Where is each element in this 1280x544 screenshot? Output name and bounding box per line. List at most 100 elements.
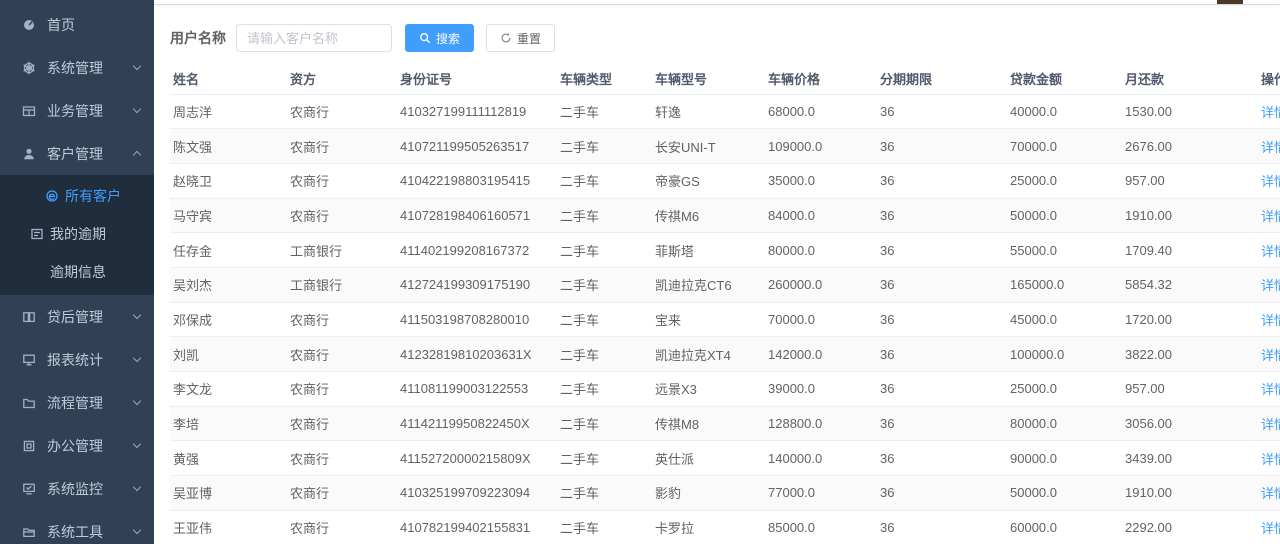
cell-5-3: 二手车 bbox=[557, 267, 652, 302]
chevron-down-icon bbox=[133, 311, 141, 319]
cell-12-7: 60000.0 bbox=[1007, 510, 1122, 544]
chevron-down-icon bbox=[133, 354, 141, 362]
chevron-down-icon bbox=[133, 397, 141, 405]
cell-0-7: 40000.0 bbox=[1007, 94, 1122, 129]
detail-link[interactable]: 详情 bbox=[1261, 174, 1280, 189]
cell-2-5: 35000.0 bbox=[765, 163, 877, 198]
cell-9-2: 41142119950822450X bbox=[397, 406, 557, 441]
detail-link[interactable]: 详情 bbox=[1261, 244, 1280, 259]
cell-op-7: 详情 bbox=[1242, 337, 1280, 372]
sidebar-item-4[interactable]: 贷后管理 bbox=[0, 295, 154, 338]
cell-4-5: 80000.0 bbox=[765, 233, 877, 268]
cell-10-6: 36 bbox=[877, 441, 1007, 476]
sidebar-menu: 首页系统管理业务管理客户管理所有客户我的逾期逾期信息贷后管理报表统计流程管理办公… bbox=[0, 0, 154, 544]
sidebar-item-label: 系统工具 bbox=[47, 522, 134, 542]
sidebar-item-9[interactable]: 系统工具 bbox=[0, 510, 154, 544]
tab-11[interactable]: 我的待办× bbox=[1157, 4, 1234, 5]
sidebar-item-5[interactable]: 报表统计 bbox=[0, 338, 154, 381]
user-icon bbox=[22, 147, 36, 161]
cell-4-7: 55000.0 bbox=[1007, 233, 1122, 268]
cell-2-4: 帝豪GS bbox=[652, 163, 765, 198]
sidebar-subitem-0[interactable]: 所有客户 bbox=[0, 177, 154, 215]
tab-9[interactable]: 紧急联系人× bbox=[955, 4, 1044, 5]
detail-link[interactable]: 详情 bbox=[1261, 452, 1280, 467]
cell-5-7: 165000.0 bbox=[1007, 267, 1122, 302]
tab-8[interactable]: 外访记录× bbox=[872, 4, 949, 5]
cell-9-5: 128800.0 bbox=[765, 406, 877, 441]
cell-0-0: 周志洋 bbox=[170, 94, 287, 129]
cell-0-8: 1530.00 bbox=[1122, 94, 1242, 129]
cell-7-3: 二手车 bbox=[557, 337, 652, 372]
chevron-down-icon bbox=[133, 483, 141, 491]
cell-1-7: 70000.0 bbox=[1007, 129, 1122, 164]
cell-3-5: 84000.0 bbox=[765, 198, 877, 233]
detail-link[interactable]: 详情 bbox=[1261, 278, 1280, 293]
sidebar-item-3[interactable]: 客户管理 bbox=[0, 132, 154, 175]
detail-link[interactable]: 详情 bbox=[1261, 209, 1280, 224]
tab-4[interactable]: 贷后催收记录× bbox=[470, 4, 571, 5]
cell-10-8: 3439.00 bbox=[1122, 441, 1242, 476]
chevron-down-icon bbox=[133, 526, 141, 534]
cell-op-8: 详情 bbox=[1242, 372, 1280, 407]
sidebar-item-6[interactable]: 流程管理 bbox=[0, 381, 154, 424]
column-header-7: 贷款金额 bbox=[1007, 64, 1122, 94]
reset-button[interactable]: 重置 bbox=[486, 24, 555, 52]
tab-10[interactable]: 客户GPS信息× bbox=[1049, 4, 1152, 5]
cell-2-7: 25000.0 bbox=[1007, 163, 1122, 198]
cell-op-9: 详情 bbox=[1242, 406, 1280, 441]
tab-6[interactable]: 公司银行卡× bbox=[683, 4, 772, 5]
tab-0[interactable]: 首页 bbox=[163, 4, 205, 5]
cell-7-6: 36 bbox=[877, 337, 1007, 372]
cell-11-0: 吴亚博 bbox=[170, 476, 287, 511]
dashboard-icon bbox=[22, 18, 36, 32]
sidebar-item-2[interactable]: 业务管理 bbox=[0, 89, 154, 132]
cell-1-4: 长安UNI-T bbox=[652, 129, 765, 164]
cell-3-7: 50000.0 bbox=[1007, 198, 1122, 233]
sidebar-subitem-2[interactable]: 逾期信息 bbox=[0, 253, 154, 291]
table-row-2: 赵晓卫农商行410422198803195415二手车帝豪GS35000.036… bbox=[170, 163, 1280, 198]
cell-op-11: 详情 bbox=[1242, 476, 1280, 511]
cell-5-1: 工商银行 bbox=[287, 267, 397, 302]
detail-link[interactable]: 详情 bbox=[1261, 348, 1280, 363]
main-area: 首页 所有客户× 逾期信息× 订单详情× 贷后催收记录× 催收处理方案× 公司银行卡× 客户银… bbox=[154, 0, 1280, 544]
cell-8-3: 二手车 bbox=[557, 372, 652, 407]
column-header-3: 车辆类型 bbox=[557, 64, 652, 94]
tab-5[interactable]: 催收处理方案× bbox=[577, 4, 678, 5]
sidebar-item-8[interactable]: 系统监控 bbox=[0, 467, 154, 510]
sidebar-item-1[interactable]: 系统管理 bbox=[0, 46, 154, 89]
sidebar-item-label: 系统监控 bbox=[47, 479, 134, 499]
tab-7[interactable]: 客户银行卡× bbox=[778, 4, 867, 5]
sidebar-item-0[interactable]: 首页 bbox=[0, 3, 154, 46]
detail-link[interactable]: 详情 bbox=[1261, 417, 1280, 432]
search-button[interactable]: 搜索 bbox=[405, 24, 474, 52]
cell-12-8: 2292.00 bbox=[1122, 510, 1242, 544]
sidebar-item-label: 贷后管理 bbox=[47, 307, 134, 327]
cell-0-4: 轩逸 bbox=[652, 94, 765, 129]
cell-1-2: 410721199505263517 bbox=[397, 129, 557, 164]
cell-9-6: 36 bbox=[877, 406, 1007, 441]
detail-link[interactable]: 详情 bbox=[1261, 313, 1280, 328]
detail-link[interactable]: 详情 bbox=[1261, 382, 1280, 397]
table-body: 周志洋农商行410327199111112819二手车轩逸68000.03640… bbox=[170, 94, 1280, 544]
detail-link[interactable]: 详情 bbox=[1261, 140, 1280, 155]
cell-12-1: 农商行 bbox=[287, 510, 397, 544]
table-row-1: 陈文强农商行410721199505263517二手车长安UNI-T109000… bbox=[170, 129, 1280, 164]
sidebar-subitem-1[interactable]: 我的逾期 bbox=[0, 215, 154, 253]
detail-link[interactable]: 详情 bbox=[1261, 105, 1280, 120]
cell-6-3: 二手车 bbox=[557, 302, 652, 337]
cell-12-6: 36 bbox=[877, 510, 1007, 544]
sidebar-item-7[interactable]: 办公管理 bbox=[0, 424, 154, 467]
cell-10-0: 黄强 bbox=[170, 441, 287, 476]
cell-7-1: 农商行 bbox=[287, 337, 397, 372]
tab-3[interactable]: 订单详情× bbox=[388, 4, 465, 5]
app-screen: 首页系统管理业务管理客户管理所有客户我的逾期逾期信息贷后管理报表统计流程管理办公… bbox=[0, 0, 1280, 544]
tab-1[interactable]: 所有客户× bbox=[210, 4, 300, 5]
tab-2[interactable]: 逾期信息× bbox=[305, 4, 382, 5]
cell-5-4: 凯迪拉克CT6 bbox=[652, 267, 765, 302]
customer-name-input[interactable] bbox=[236, 24, 392, 52]
cell-2-8: 957.00 bbox=[1122, 163, 1242, 198]
tab-12[interactable]: 我的流程× bbox=[1239, 4, 1280, 5]
detail-link[interactable]: 详情 bbox=[1261, 521, 1280, 536]
chevron-down-icon bbox=[133, 440, 141, 448]
detail-link[interactable]: 详情 bbox=[1261, 486, 1280, 501]
